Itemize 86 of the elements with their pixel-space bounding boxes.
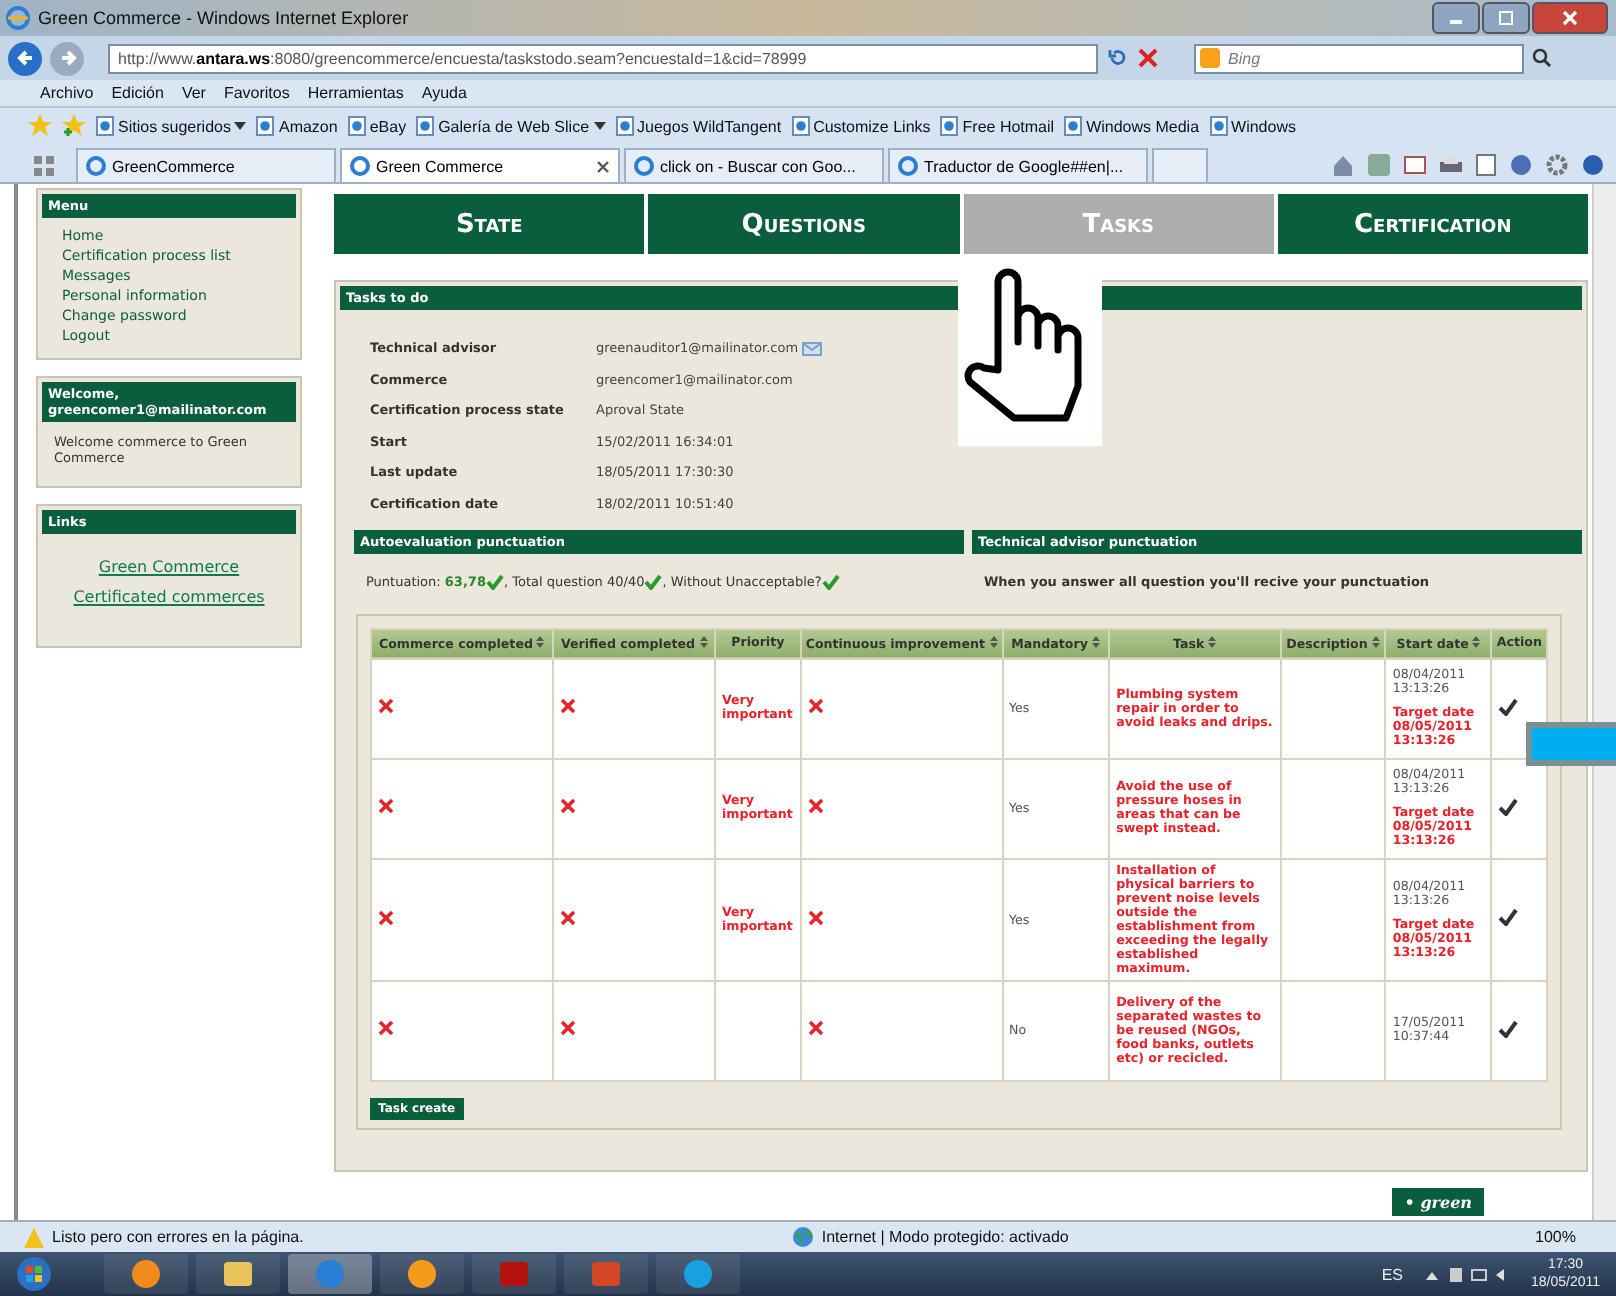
menu-item[interactable]: Herramientas bbox=[307, 84, 404, 102]
forward-arrow-icon bbox=[57, 48, 77, 68]
app-icon bbox=[498, 1258, 530, 1290]
footer-logo: • green bbox=[1392, 1187, 1484, 1215]
check-icon[interactable] bbox=[1498, 1019, 1519, 1037]
home-icon[interactable] bbox=[1332, 153, 1354, 175]
sort-icon bbox=[1091, 635, 1100, 647]
browser-tab[interactable]: Traductor de Google##en|... bbox=[888, 148, 1148, 182]
taskbar-app[interactable] bbox=[380, 1254, 464, 1294]
window-title: Green Commerce - Windows Internet Explorer bbox=[38, 8, 409, 28]
sort-icon bbox=[699, 635, 707, 647]
sort-icon bbox=[989, 635, 998, 647]
check-icon[interactable] bbox=[1498, 908, 1519, 926]
link[interactable]: Green Commerce bbox=[98, 558, 240, 576]
maximize-button[interactable] bbox=[1482, 2, 1530, 34]
caret-icon bbox=[234, 122, 247, 130]
floating-bar bbox=[1526, 722, 1616, 766]
scrollbar[interactable] bbox=[1592, 184, 1616, 1220]
menu-item[interactable]: Ayuda bbox=[421, 84, 467, 102]
close-icon bbox=[1562, 10, 1578, 26]
favorite-link[interactable]: Windows bbox=[1209, 116, 1296, 136]
hand-cursor-icon bbox=[954, 266, 1102, 446]
browser-icon bbox=[6, 6, 30, 30]
search-field[interactable]: Bing bbox=[1194, 43, 1524, 73]
favorite-link[interactable]: Amazon bbox=[256, 116, 338, 136]
browser-tab[interactable]: GreenCommerce bbox=[76, 148, 336, 182]
taskbar-app[interactable] bbox=[196, 1254, 280, 1294]
browser-tab[interactable]: click on - Buscar con Goo... bbox=[624, 148, 884, 182]
taskbar-app[interactable] bbox=[656, 1254, 740, 1294]
check-icon[interactable] bbox=[1498, 697, 1519, 715]
close-button[interactable] bbox=[1532, 2, 1608, 34]
language-indicator[interactable]: ES bbox=[1381, 1265, 1403, 1283]
favorite-link[interactable]: eBay bbox=[347, 116, 407, 136]
search-icon[interactable] bbox=[1532, 48, 1552, 68]
nav-tab[interactable]: Certification bbox=[1277, 194, 1588, 254]
check-icon[interactable] bbox=[1498, 797, 1519, 815]
stop-icon[interactable] bbox=[1138, 48, 1158, 68]
sort-icon bbox=[536, 635, 545, 647]
menu-item[interactable]: Favoritos bbox=[223, 84, 290, 102]
add-favorite-icon[interactable] bbox=[62, 114, 86, 138]
favorite-link[interactable]: Windows Media bbox=[1064, 116, 1200, 136]
nav-tab[interactable]: Questions bbox=[648, 194, 959, 254]
sort-icon bbox=[1208, 635, 1217, 647]
favorite-link[interactable]: Galería de Web Slice bbox=[416, 116, 606, 136]
app-icon bbox=[130, 1258, 162, 1290]
globe-icon bbox=[791, 1226, 814, 1248]
menu-item[interactable]: Ver bbox=[181, 84, 206, 102]
settings-icon[interactable] bbox=[1546, 153, 1568, 175]
nav-tab[interactable]: State bbox=[334, 194, 645, 254]
link[interactable]: Certificated commerces bbox=[73, 588, 265, 606]
favorite-link[interactable]: Customize Links bbox=[791, 116, 931, 136]
warning-icon bbox=[24, 1227, 44, 1247]
windows-logo-icon bbox=[16, 1256, 52, 1292]
taskbar-app[interactable] bbox=[104, 1254, 188, 1294]
zoom-button[interactable]: 100% bbox=[1535, 1228, 1576, 1246]
tray-icons[interactable] bbox=[1426, 1265, 1507, 1283]
status-text: Listo pero con errores en la página. bbox=[52, 1228, 304, 1246]
close-icon[interactable] bbox=[596, 159, 610, 173]
forward-button[interactable] bbox=[50, 41, 84, 75]
zone-text: Internet | Modo protegido: activado bbox=[821, 1228, 1069, 1246]
menu-item[interactable]: Archivo bbox=[40, 84, 94, 102]
envelope-icon[interactable] bbox=[802, 341, 823, 355]
address-field[interactable]: http://www.antara.ws:8080/greencommerce/encuesta/taskstodo.seam?encuestaId=1&cid=78999 bbox=[108, 43, 1098, 73]
maximize-icon bbox=[1498, 10, 1514, 26]
print-icon[interactable] bbox=[1440, 153, 1462, 175]
app-icon bbox=[314, 1258, 346, 1290]
app-icon bbox=[222, 1258, 254, 1290]
mail-icon[interactable] bbox=[1404, 155, 1426, 173]
favorites-star-icon[interactable] bbox=[28, 114, 52, 138]
app-icon bbox=[406, 1258, 438, 1290]
app-icon bbox=[590, 1258, 622, 1290]
minimize-button[interactable] bbox=[1432, 2, 1480, 34]
favorite-link[interactable]: Sitios sugeridos bbox=[96, 116, 247, 136]
menu-item[interactable]: Edición bbox=[111, 84, 164, 102]
favorite-link[interactable]: Free Hotmail bbox=[940, 116, 1055, 136]
sort-icon bbox=[1472, 635, 1481, 647]
start-button[interactable] bbox=[12, 1254, 56, 1294]
refresh-icon[interactable] bbox=[1106, 46, 1130, 70]
app-icon bbox=[682, 1258, 714, 1290]
caret-icon bbox=[593, 122, 606, 130]
back-button[interactable] bbox=[8, 41, 42, 75]
favorite-link[interactable]: Juegos WildTangent bbox=[615, 116, 782, 136]
back-arrow-icon bbox=[15, 48, 35, 68]
grid-icon bbox=[34, 156, 54, 176]
sort-icon bbox=[1371, 635, 1380, 647]
browser-tab[interactable]: Green Commerce bbox=[340, 148, 620, 182]
